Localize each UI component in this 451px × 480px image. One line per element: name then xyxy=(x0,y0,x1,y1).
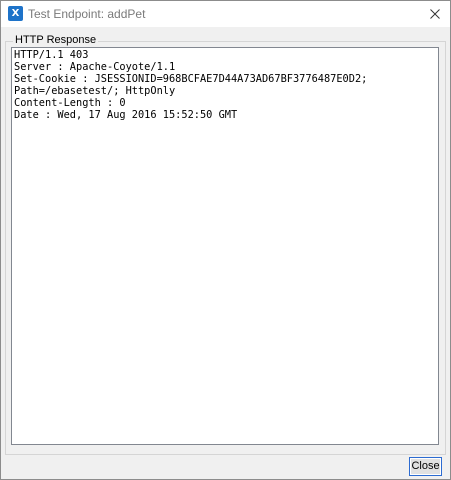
title-bar[interactable]: X Test Endpoint: addPet xyxy=(1,1,450,27)
http-response-text[interactable]: HTTP/1.1 403 Server : Apache-Coyote/1.1 … xyxy=(11,47,439,445)
close-button[interactable]: Close xyxy=(409,457,442,476)
close-icon[interactable] xyxy=(426,5,444,23)
window-title: Test Endpoint: addPet xyxy=(28,7,146,21)
dialog-window: X Test Endpoint: addPet HTTP Response HT… xyxy=(0,0,451,480)
http-response-label: HTTP Response xyxy=(13,34,99,47)
app-icon-letter: X xyxy=(11,8,20,19)
app-icon: X xyxy=(8,6,23,21)
